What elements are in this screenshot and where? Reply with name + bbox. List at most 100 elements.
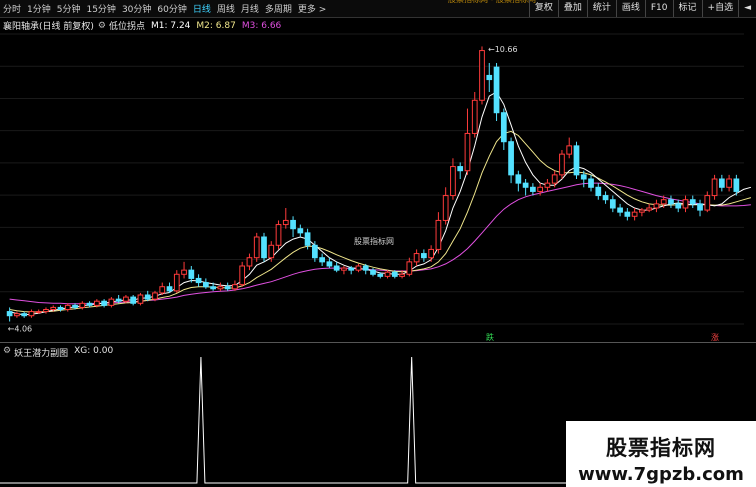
candle-body	[123, 296, 129, 302]
candle-body	[297, 228, 304, 234]
candle-body	[471, 99, 478, 134]
candle-body	[35, 311, 42, 314]
m1-line	[9, 91, 752, 316]
candle-body	[726, 178, 732, 188]
candle-body	[181, 269, 187, 275]
candle-body	[144, 294, 151, 300]
toolbar-button[interactable]: 标记	[672, 0, 702, 17]
candle-body	[704, 195, 711, 211]
candle-body	[718, 178, 725, 188]
candle-body	[210, 286, 216, 290]
toolbar-button[interactable]: 复权	[528, 0, 558, 17]
chart-watermark: 股票指标网	[354, 237, 394, 246]
period-tab[interactable]: 分时	[3, 2, 21, 15]
candle-body	[50, 306, 57, 310]
toolbar-button[interactable]: 统计	[586, 0, 616, 17]
candle-body	[399, 273, 405, 277]
period-tabs: 分时 1分钟 5分钟 15分钟 30分钟 60分钟 日线 周线 月线 多周期 更多 >	[0, 2, 332, 15]
candle-body	[689, 199, 696, 205]
period-tab[interactable]: 更多 >	[298, 2, 326, 15]
candle-body	[6, 311, 13, 317]
candle-body	[86, 302, 93, 306]
candle-body	[173, 273, 180, 292]
site-watermark: 股票指标网 www.7gpzb.com	[566, 421, 756, 487]
candle-body	[559, 153, 565, 176]
watermark-url: www.7gpzb.com	[578, 464, 744, 485]
candle-body	[253, 236, 260, 259]
candle-body	[384, 271, 391, 277]
candle-body	[57, 306, 64, 310]
candle-body	[21, 313, 28, 317]
candle-body	[152, 292, 158, 300]
candle-body	[101, 300, 107, 306]
candle-body	[711, 178, 718, 197]
candle-body	[421, 253, 427, 259]
candle-body	[457, 166, 464, 172]
period-tab[interactable]: 5分钟	[57, 2, 81, 15]
candle-body	[464, 132, 471, 172]
candle-body	[508, 141, 514, 176]
candle-body	[217, 286, 224, 290]
candle-body	[406, 261, 413, 275]
candle-body	[261, 236, 267, 259]
candle-body	[668, 199, 674, 205]
candle-body	[639, 209, 645, 213]
top-toolbar: 分时1分钟5分钟15分钟30分钟60分钟日线周线月线多周期更多 > 股票指标网 …	[0, 0, 756, 18]
toolbar-button[interactable]: F10	[644, 0, 673, 17]
candle-body	[341, 267, 347, 271]
period-tab[interactable]: 日线	[193, 2, 211, 15]
candle-body	[64, 304, 71, 311]
candle-body	[275, 224, 282, 246]
period-tab[interactable]: 15分钟	[86, 2, 115, 15]
candle-body	[43, 309, 49, 313]
candle-body	[268, 244, 275, 259]
candle-body	[93, 300, 100, 306]
period-tab[interactable]: 60分钟	[157, 2, 186, 15]
candle-body	[682, 199, 689, 209]
candle-body	[697, 203, 703, 211]
candle-body	[159, 286, 166, 294]
candle-body	[450, 166, 456, 197]
candle-body	[646, 207, 653, 211]
candle-body	[282, 219, 289, 226]
candle-body	[624, 211, 631, 217]
candle-body	[202, 282, 209, 288]
period-tab[interactable]: 1分钟	[27, 2, 51, 15]
candle-body	[108, 298, 115, 306]
candle-body	[355, 265, 362, 271]
candle-body	[79, 302, 86, 308]
candle-body	[304, 232, 311, 246]
candle-body	[493, 66, 500, 114]
candle-body	[239, 265, 246, 286]
candlestick-chart[interactable]: ←10.66 ←4.06 跌 涨	[0, 28, 756, 342]
candle-body	[224, 286, 231, 290]
candle-body	[631, 211, 638, 217]
candle-body	[137, 294, 144, 304]
candle-body	[130, 296, 137, 304]
candle-body	[595, 186, 602, 197]
candle-body	[14, 313, 20, 317]
candle-body	[166, 286, 173, 292]
candle-body	[573, 145, 580, 176]
candle-body	[522, 182, 529, 188]
period-tab[interactable]: 30分钟	[122, 2, 151, 15]
watermark-title: 股票指标网	[606, 436, 716, 460]
candle-body	[675, 203, 682, 209]
candle-body	[733, 178, 740, 192]
period-tab[interactable]: 多周期	[265, 2, 292, 15]
candle-body	[370, 269, 376, 275]
period-tab[interactable]: 月线	[241, 2, 259, 15]
candle-body	[551, 174, 558, 184]
candle-body	[500, 112, 507, 143]
period-tab[interactable]: 周线	[217, 2, 235, 15]
toolbar-button[interactable]: ◄	[738, 0, 756, 17]
candle-body	[544, 182, 551, 188]
toolbar-button[interactable]: +自选	[701, 0, 739, 17]
candle-body	[290, 219, 296, 230]
candle-body	[115, 298, 122, 302]
toolbar-button[interactable]: 画线	[615, 0, 645, 17]
candle-body	[530, 186, 536, 192]
candle-body	[377, 273, 384, 277]
toolbar-button[interactable]: 叠加	[557, 0, 587, 17]
candle-body	[435, 219, 442, 250]
